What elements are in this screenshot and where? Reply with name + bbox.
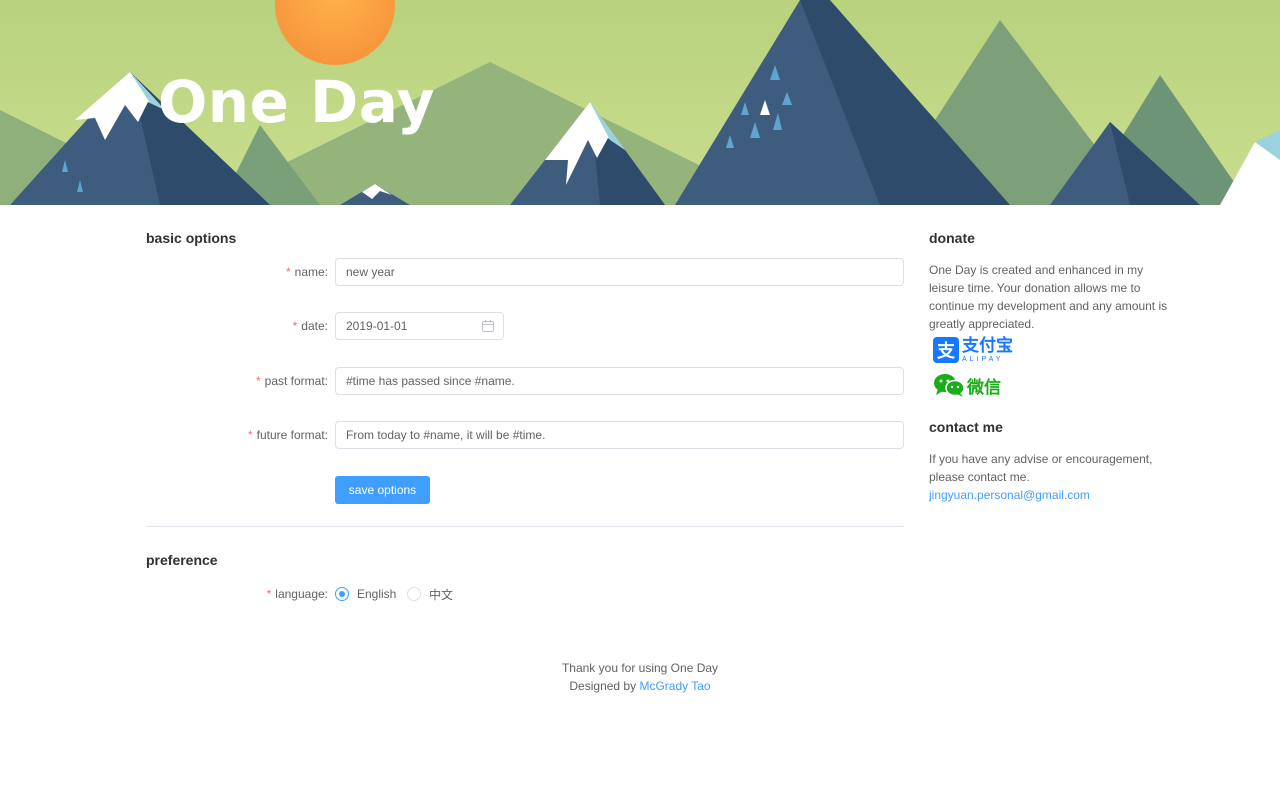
svg-text:支: 支 [936, 340, 956, 362]
wechat-label: 微信 [967, 377, 1001, 398]
contact-heading: contact me [929, 419, 1003, 435]
app-title: One Day [158, 68, 435, 136]
footer-credit: Designed by McGrady Tao [0, 679, 1280, 693]
donate-text: One Day is created and enhanced in my le… [929, 263, 1168, 331]
past-format-label-text: past format: [264, 374, 328, 388]
header-banner: One Day [0, 0, 1280, 205]
radio-circle[interactable] [335, 587, 349, 601]
alipay-icon: 支 [933, 337, 959, 363]
date-label-text: date: [301, 319, 328, 333]
alipay-sublabel: ALIPAY [962, 355, 1004, 363]
name-label-text: name: [294, 265, 328, 279]
required-mark: * [292, 319, 298, 333]
date-label: * date: [138, 319, 328, 333]
section-divider [146, 526, 904, 527]
language-radio-chinese[interactable]: 中文 [407, 586, 453, 602]
required-mark: * [266, 587, 272, 601]
future-format-input[interactable]: From today to #name, it will be #time. [335, 421, 904, 449]
language-label-text: language: [275, 587, 328, 601]
calendar-icon[interactable] [482, 320, 494, 332]
footer-designed-by: Designed by [569, 679, 637, 693]
language-radio-english[interactable]: English [335, 586, 396, 602]
name-input[interactable]: new year [335, 258, 904, 286]
date-value: 2019-01-01 [346, 319, 408, 333]
language-label: * language: [138, 587, 328, 601]
preference-heading: preference [146, 552, 218, 568]
wechat-icon [934, 374, 965, 397]
alipay-label: 支付宝 [962, 335, 1013, 356]
future-format-label-text: future format: [256, 428, 328, 442]
save-options-button[interactable]: save options [335, 476, 430, 504]
contact-email-link[interactable]: jingyuan.personal@gmail.com [929, 486, 1169, 504]
radio-label: 中文 [429, 587, 454, 602]
footer-thanks: Thank you for using One Day [561, 661, 719, 675]
contact-text: If you have any advise or encouragement,… [929, 452, 1153, 484]
required-mark: * [255, 374, 261, 388]
wechat-logo[interactable]: 微信 [933, 372, 1001, 398]
required-mark: * [247, 428, 253, 442]
past-format-input[interactable]: #time has passed since #name. [335, 367, 904, 395]
required-mark: * [285, 265, 291, 279]
author-link[interactable]: McGrady Tao [639, 679, 710, 693]
date-picker[interactable]: 2019-01-01 [335, 312, 504, 340]
name-label: * name: [138, 265, 328, 279]
donate-heading: donate [929, 230, 975, 246]
basic-options-heading: basic options [146, 230, 237, 246]
radio-label: English [357, 587, 397, 601]
past-format-label: * past format: [138, 374, 328, 388]
alipay-logo[interactable]: 支 支付宝 ALIPAY [933, 337, 1013, 363]
radio-circle[interactable] [407, 587, 421, 601]
future-format-label: * future format: [138, 428, 328, 442]
